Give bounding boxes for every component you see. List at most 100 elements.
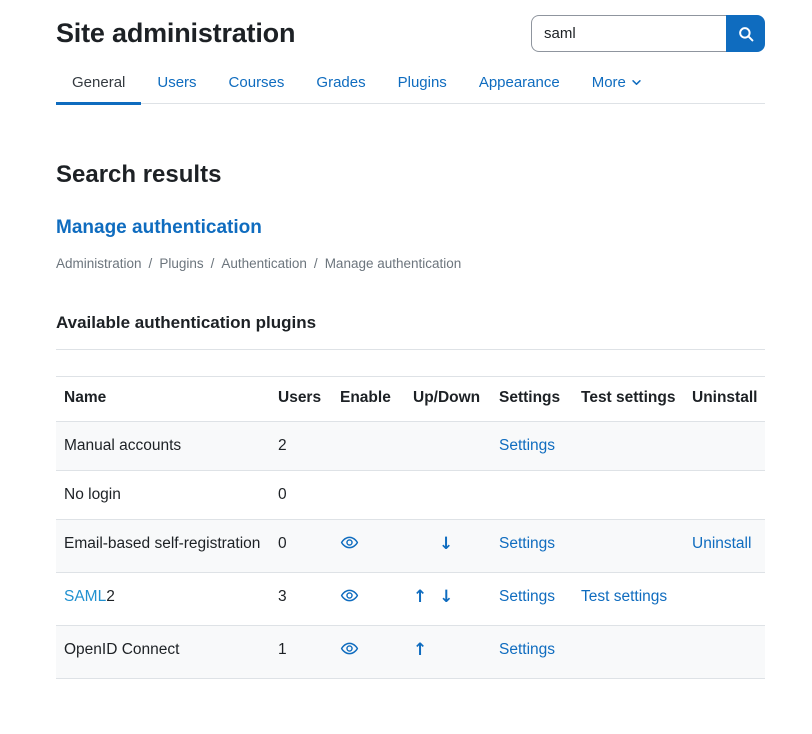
- tab-label: Grades: [316, 74, 365, 91]
- section-divider: [56, 349, 765, 350]
- tab-general[interactable]: General: [56, 66, 141, 103]
- uninstall-link[interactable]: Uninstall: [692, 535, 751, 552]
- table-row: Email-based self-registration 0 ↓ Settings U…: [56, 520, 765, 573]
- tab-more[interactable]: More: [576, 66, 658, 103]
- column-header-users: Users: [270, 377, 332, 422]
- tab-plugins[interactable]: Plugins: [382, 66, 463, 103]
- admin-tabs: General Users Courses Grades Plugins Appearan…: [56, 66, 765, 104]
- uninstall-cell: Uninstall: [684, 520, 765, 573]
- test-settings-cell: [573, 626, 684, 679]
- tab-label: More: [592, 74, 626, 91]
- updown-cell: ↓: [405, 520, 491, 573]
- arrow-up-icon: ↑: [413, 640, 427, 660]
- table-row: Manual accounts 2 Settings: [56, 422, 765, 471]
- tab-appearance[interactable]: Appearance: [463, 66, 576, 103]
- column-header-up-down: Up/Down: [405, 377, 491, 422]
- settings-cell: [491, 471, 573, 520]
- enable-cell: [332, 573, 405, 626]
- enable-toggle[interactable]: [340, 639, 359, 658]
- plugin-name: OpenID Connect: [56, 626, 270, 679]
- move-down-button[interactable]: ↓: [439, 533, 453, 556]
- move-up-button[interactable]: ↑: [413, 639, 427, 662]
- tab-users[interactable]: Users: [141, 66, 212, 103]
- admin-search-form: [531, 15, 765, 52]
- users-count: 0: [270, 471, 332, 520]
- plugin-name-text: Manual accounts: [64, 437, 181, 454]
- breadcrumb-separator: /: [149, 256, 153, 271]
- breadcrumb-item: Authentication: [221, 256, 307, 271]
- page-header: Site administration: [56, 0, 765, 52]
- move-down-button[interactable]: ↓: [439, 586, 453, 609]
- arrow-down-icon: ↓: [439, 534, 453, 554]
- tab-label: Users: [157, 74, 196, 91]
- settings-cell: Settings: [491, 422, 573, 471]
- tab-label: Appearance: [479, 74, 560, 91]
- tab-grades[interactable]: Grades: [300, 66, 381, 103]
- tab-label: Courses: [229, 74, 285, 91]
- breadcrumb-item: Manage authentication: [325, 256, 462, 271]
- breadcrumb-separator: /: [211, 256, 215, 271]
- search-button[interactable]: [726, 15, 765, 52]
- move-up-button[interactable]: ↑: [413, 586, 427, 609]
- table-row: No login 0: [56, 471, 765, 520]
- plugin-name: SAML2: [56, 573, 270, 626]
- eye-icon: [340, 533, 359, 552]
- test-settings-link[interactable]: Test settings: [581, 588, 667, 605]
- test-settings-cell: [573, 520, 684, 573]
- column-header-enable: Enable: [332, 377, 405, 422]
- tab-courses[interactable]: Courses: [213, 66, 301, 103]
- enable-cell: [332, 626, 405, 679]
- manage-authentication-link[interactable]: Manage authentication: [56, 217, 262, 238]
- users-count: 2: [270, 422, 332, 471]
- updown-cell: ↑↓: [405, 573, 491, 626]
- site-administration-page: Site administration GeneralUsersCoursesG…: [0, 0, 812, 679]
- plugin-name-text: Email-based self-registration: [64, 535, 260, 552]
- table-header: NameUsersEnableUp/DownSettingsTest setti…: [56, 377, 765, 422]
- search-icon: [737, 25, 755, 43]
- users-count: 1: [270, 626, 332, 679]
- settings-link[interactable]: Settings: [499, 437, 555, 454]
- enable-cell: [332, 471, 405, 520]
- available-plugins-heading: Available authentication plugins: [56, 313, 765, 333]
- eye-icon: [340, 586, 359, 605]
- test-settings-cell: [573, 422, 684, 471]
- column-header-settings: Settings: [491, 377, 573, 422]
- table-row: SAML23↑↓SettingsTest settings: [56, 573, 765, 626]
- breadcrumb-separator: /: [314, 256, 318, 271]
- tab-label: General: [72, 74, 125, 91]
- column-header-name: Name: [56, 377, 270, 422]
- enable-toggle[interactable]: [340, 586, 359, 605]
- search-input[interactable]: [531, 15, 726, 52]
- settings-cell: Settings: [491, 520, 573, 573]
- search-results-section: Search results Manage authentication Adm…: [56, 161, 765, 679]
- uninstall-cell: [684, 573, 765, 626]
- settings-link[interactable]: Settings: [499, 588, 555, 605]
- uninstall-cell: [684, 422, 765, 471]
- users-count: 0: [270, 520, 332, 573]
- plugin-name-text: No login: [64, 486, 121, 503]
- settings-cell: Settings: [491, 626, 573, 679]
- updown-cell: ↑: [405, 626, 491, 679]
- test-settings-cell: [573, 471, 684, 520]
- plugin-name: Manual accounts: [56, 422, 270, 471]
- search-results-heading: Search results: [56, 161, 765, 189]
- page-title: Site administration: [56, 18, 295, 49]
- settings-link[interactable]: Settings: [499, 535, 555, 552]
- plugin-name-text: OpenID Connect: [64, 641, 179, 658]
- enable-cell: [332, 422, 405, 471]
- uninstall-cell: [684, 471, 765, 520]
- test-settings-cell: Test settings: [573, 573, 684, 626]
- updown-cell: [405, 471, 491, 520]
- search-match-highlight: SAML: [64, 588, 106, 605]
- table-row: OpenID Connect 1 ↑ Settings: [56, 626, 765, 679]
- breadcrumb-item: Plugins: [159, 256, 203, 271]
- auth-plugins-table: NameUsersEnableUp/DownSettingsTest setti…: [56, 376, 765, 679]
- plugin-name-text: 2: [106, 588, 115, 605]
- table-body: Manual accounts2SettingsNo login0Email-b…: [56, 422, 765, 679]
- result-title: Manage authentication: [56, 217, 765, 239]
- uninstall-cell: [684, 626, 765, 679]
- enable-toggle[interactable]: [340, 533, 359, 552]
- settings-link[interactable]: Settings: [499, 641, 555, 658]
- arrow-down-icon: ↓: [439, 587, 453, 607]
- chevron-down-icon: [631, 77, 642, 88]
